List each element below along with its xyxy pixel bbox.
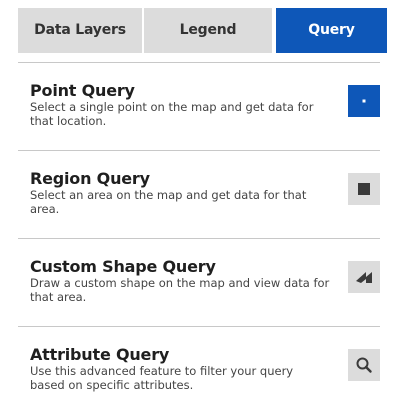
- query-title: Attribute Query: [30, 345, 170, 364]
- query-description: Use this advanced feature to filter your…: [30, 364, 294, 392]
- region-query-button[interactable]: [348, 173, 380, 205]
- attribute-query-button[interactable]: [348, 349, 380, 381]
- query-title: Custom Shape Query: [30, 257, 216, 276]
- custom-shape-query-button[interactable]: [348, 261, 380, 293]
- polygon-icon: [356, 272, 372, 283]
- query-description: Select a single point on the map and get…: [30, 100, 314, 128]
- search-icon: [356, 357, 372, 373]
- query-description: Draw a custom shape on the map and view …: [30, 276, 330, 304]
- query-list: Point Query Select a single point on the…: [18, 62, 380, 414]
- point-icon: [362, 99, 366, 103]
- query-item-custom-shape: Custom Shape Query Draw a custom shape o…: [18, 238, 380, 326]
- tab-data-layers[interactable]: Data Layers: [18, 8, 142, 53]
- panel-tabs: Data Layers Legend Query: [18, 8, 387, 53]
- query-item-attribute: Attribute Query Use this advanced featur…: [18, 326, 380, 414]
- square-icon: [358, 183, 370, 195]
- query-title: Point Query: [30, 81, 135, 100]
- query-item-point: Point Query Select a single point on the…: [18, 62, 380, 150]
- tab-query[interactable]: Query: [276, 8, 387, 53]
- query-item-region: Region Query Select an area on the map a…: [18, 150, 380, 238]
- query-description: Select an area on the map and get data f…: [30, 188, 307, 216]
- query-title: Region Query: [30, 169, 150, 188]
- tab-legend[interactable]: Legend: [144, 8, 272, 53]
- point-query-button[interactable]: [348, 85, 380, 117]
